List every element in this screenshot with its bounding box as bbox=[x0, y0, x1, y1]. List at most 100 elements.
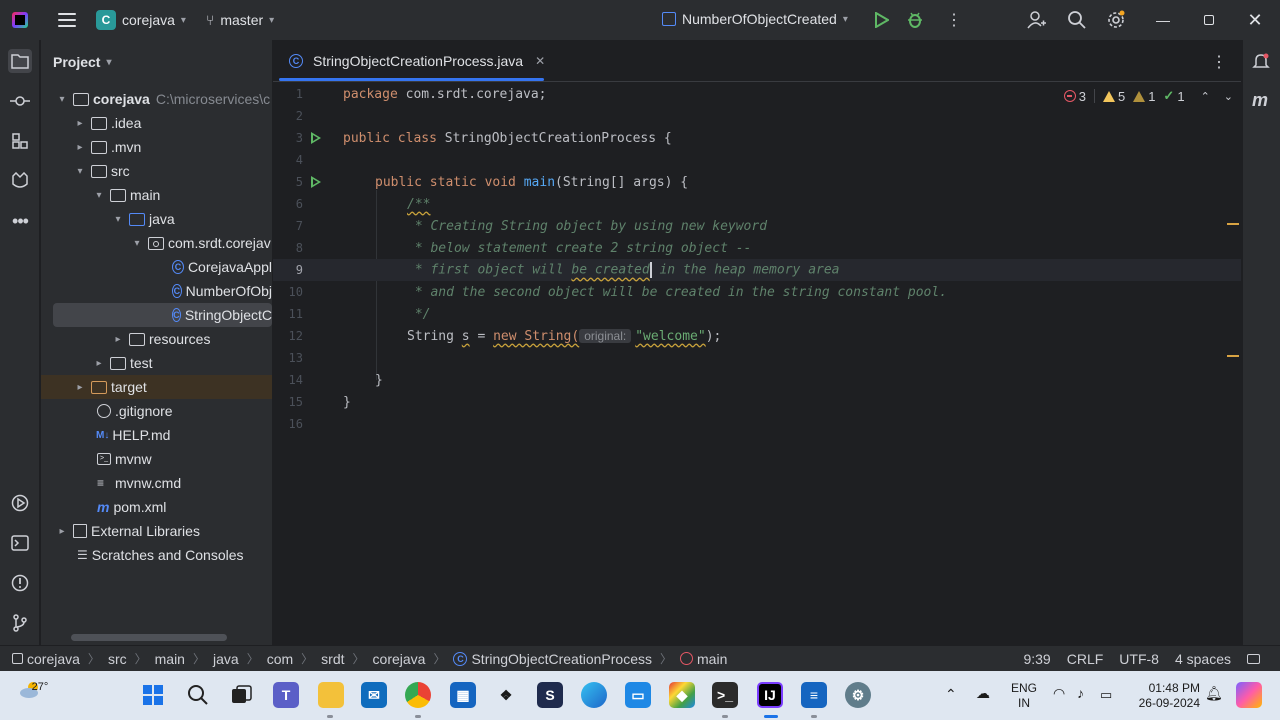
terminal-tool-icon[interactable] bbox=[8, 531, 32, 555]
more-tools-icon[interactable]: ••• bbox=[8, 209, 32, 233]
restore-button[interactable] bbox=[1186, 0, 1232, 40]
tree-item-src[interactable]: ▾ src bbox=[41, 159, 272, 183]
indent-setting[interactable]: 4 spaces bbox=[1175, 651, 1231, 667]
tree-item-help-md[interactable]: M↓ HELP.md bbox=[41, 423, 272, 447]
code-line-2[interactable]: 2 bbox=[273, 105, 1241, 127]
tree-item-mvnw[interactable]: >_ mvnw bbox=[41, 447, 272, 471]
code-line-4[interactable]: 4 bbox=[273, 149, 1241, 171]
tree-item-resources[interactable]: ▸ resources bbox=[41, 327, 272, 351]
wifi-icon[interactable]: ◠ bbox=[1053, 686, 1065, 701]
breadcrumb-item[interactable]: corejava bbox=[27, 651, 80, 667]
teams-icon[interactable]: T bbox=[273, 682, 299, 708]
tree-item-mvnw-cmd[interactable]: ≡ mvnw.cmd bbox=[41, 471, 272, 495]
clock[interactable]: 01:48 PM 26-09-2024 bbox=[1128, 681, 1200, 711]
remote-desktop-icon[interactable]: ▭ bbox=[625, 682, 651, 708]
tab-string-object-creation[interactable]: C StringObjectCreationProcess.java ✕ bbox=[285, 40, 545, 82]
tree-item-pom-xml[interactable]: m pom.xml bbox=[41, 495, 272, 519]
file-explorer-icon[interactable] bbox=[318, 682, 344, 708]
task-view-icon[interactable] bbox=[228, 682, 254, 708]
edge-icon[interactable] bbox=[581, 682, 607, 708]
add-user-button[interactable] bbox=[1027, 10, 1047, 30]
tree-item-mvn[interactable]: ▸ .mvn bbox=[41, 135, 272, 159]
breadcrumb-item[interactable]: main bbox=[155, 651, 185, 667]
maven-tool-icon[interactable] bbox=[8, 169, 32, 193]
tree-root-corejava[interactable]: ▾ corejava C:\microservices\c bbox=[41, 87, 272, 111]
tree-item-package[interactable]: ▾ com.srdt.corejav bbox=[41, 231, 272, 255]
warning-stripe-mark[interactable] bbox=[1227, 355, 1239, 357]
code-line-6[interactable]: 6 /** bbox=[273, 193, 1241, 215]
horizontal-scrollbar[interactable] bbox=[71, 634, 227, 641]
close-button[interactable]: ✕ bbox=[1232, 0, 1278, 40]
tree-item-scratches[interactable]: ☰ Scratches and Consoles bbox=[41, 543, 272, 567]
app-launcher-icon[interactable]: ◆ bbox=[669, 682, 695, 708]
code-line-3[interactable]: 3 public class StringObjectCreationProce… bbox=[273, 127, 1241, 149]
project-panel-header[interactable]: Project ▾ bbox=[53, 54, 112, 70]
run-gutter-icon[interactable] bbox=[311, 176, 321, 188]
code-line-5[interactable]: 5 public static void main(String[] args)… bbox=[273, 171, 1241, 193]
code-line-8[interactable]: 8 * below statement create 2 string obje… bbox=[273, 237, 1241, 259]
breadcrumb-item[interactable]: main bbox=[697, 651, 727, 667]
breadcrumb-item[interactable]: com bbox=[267, 651, 293, 667]
git-tool-icon[interactable] bbox=[8, 611, 32, 635]
settings-button[interactable] bbox=[1106, 10, 1126, 30]
tree-item-idea[interactable]: ▸ .idea bbox=[41, 111, 272, 135]
close-tab-icon[interactable]: ✕ bbox=[535, 54, 545, 68]
search-button[interactable] bbox=[1067, 10, 1087, 30]
sublime-text-icon[interactable]: S bbox=[537, 682, 563, 708]
notifications-icon[interactable] bbox=[1252, 52, 1270, 73]
code-line-1[interactable]: 1 package com.srdt.corejava; bbox=[273, 83, 1241, 105]
run-button[interactable] bbox=[873, 12, 889, 28]
chrome-icon[interactable] bbox=[405, 682, 431, 708]
copilot-icon[interactable] bbox=[1236, 682, 1262, 708]
project-selector[interactable]: C corejava ▾ bbox=[76, 10, 186, 30]
code-line-16[interactable]: 16 bbox=[273, 413, 1241, 435]
code-line-7[interactable]: 7 * Creating String object by using new … bbox=[273, 215, 1241, 237]
microsoft-store-icon[interactable]: ▦ bbox=[450, 682, 476, 708]
breadcrumb-item[interactable]: java bbox=[213, 651, 239, 667]
tree-item-gitignore[interactable]: .gitignore bbox=[41, 399, 272, 423]
windows-start-icon[interactable] bbox=[140, 682, 166, 708]
tree-item-corejava-app[interactable]: C CorejavaAppl bbox=[41, 255, 272, 279]
run-gutter-icon[interactable] bbox=[311, 132, 321, 144]
more-actions-icon[interactable]: ⋮ bbox=[946, 10, 962, 30]
volume-icon[interactable]: ♪ bbox=[1077, 686, 1084, 701]
main-menu-icon[interactable] bbox=[58, 13, 76, 27]
breadcrumb-item[interactable]: corejava bbox=[373, 651, 426, 667]
notepad-icon[interactable]: ≡ bbox=[801, 682, 827, 708]
tab-options-icon[interactable]: ⋮ bbox=[1211, 52, 1227, 72]
project-tool-icon[interactable] bbox=[8, 49, 32, 73]
structure-tool-icon[interactable] bbox=[8, 129, 32, 153]
settings-app-icon[interactable]: ⚙ bbox=[845, 682, 871, 708]
run-config-selector[interactable]: NumberOfObjectCreated ▾ bbox=[662, 11, 848, 27]
caret-position[interactable]: 9:39 bbox=[1023, 651, 1050, 667]
mail-icon[interactable]: ✉ bbox=[361, 682, 387, 708]
warning-stripe-mark[interactable] bbox=[1227, 223, 1239, 225]
tree-item-target[interactable]: ▸ target bbox=[41, 375, 272, 399]
branch-selector[interactable]: ⑂ master ▾ bbox=[206, 12, 274, 28]
services-tool-icon[interactable] bbox=[8, 491, 32, 515]
tree-item-external-libraries[interactable]: ▸ External Libraries bbox=[41, 519, 272, 543]
notification-bell-icon[interactable]: 🔔︎ bbox=[1205, 686, 1223, 701]
line-ending[interactable]: CRLF bbox=[1067, 651, 1104, 667]
problems-tool-icon[interactable] bbox=[8, 571, 32, 595]
code-line-13[interactable]: 13 bbox=[273, 347, 1241, 369]
code-line-10[interactable]: 10 * and the second object will be creat… bbox=[273, 281, 1241, 303]
code-line-15[interactable]: 15 } bbox=[273, 391, 1241, 413]
dropbox-icon[interactable]: ❖ bbox=[493, 682, 519, 708]
intellij-taskbar-icon[interactable]: IJ bbox=[757, 682, 783, 708]
breadcrumb-item[interactable]: srdt bbox=[321, 651, 344, 667]
maven-panel-icon[interactable]: m bbox=[1252, 90, 1268, 111]
onedrive-icon[interactable]: ☁ bbox=[976, 686, 990, 701]
minimize-button[interactable]: — bbox=[1140, 0, 1186, 40]
lock-open-icon[interactable] bbox=[1247, 654, 1260, 664]
tree-item-number-of-obj[interactable]: C NumberOfObj bbox=[41, 279, 272, 303]
terminal-icon[interactable]: >_ bbox=[712, 682, 738, 708]
show-hidden-icons[interactable]: ⌃ bbox=[945, 687, 957, 702]
code-editor[interactable]: C StringObjectCreationProcess.java ✕ ⋮ 3… bbox=[273, 40, 1241, 645]
tree-item-string-object[interactable]: C StringObjectC bbox=[53, 303, 272, 327]
tree-item-main[interactable]: ▾ main bbox=[41, 183, 272, 207]
commit-tool-icon[interactable] bbox=[8, 89, 32, 113]
debug-button[interactable] bbox=[906, 11, 924, 29]
tree-item-test[interactable]: ▸ test bbox=[41, 351, 272, 375]
breadcrumb-item[interactable]: src bbox=[108, 651, 127, 667]
